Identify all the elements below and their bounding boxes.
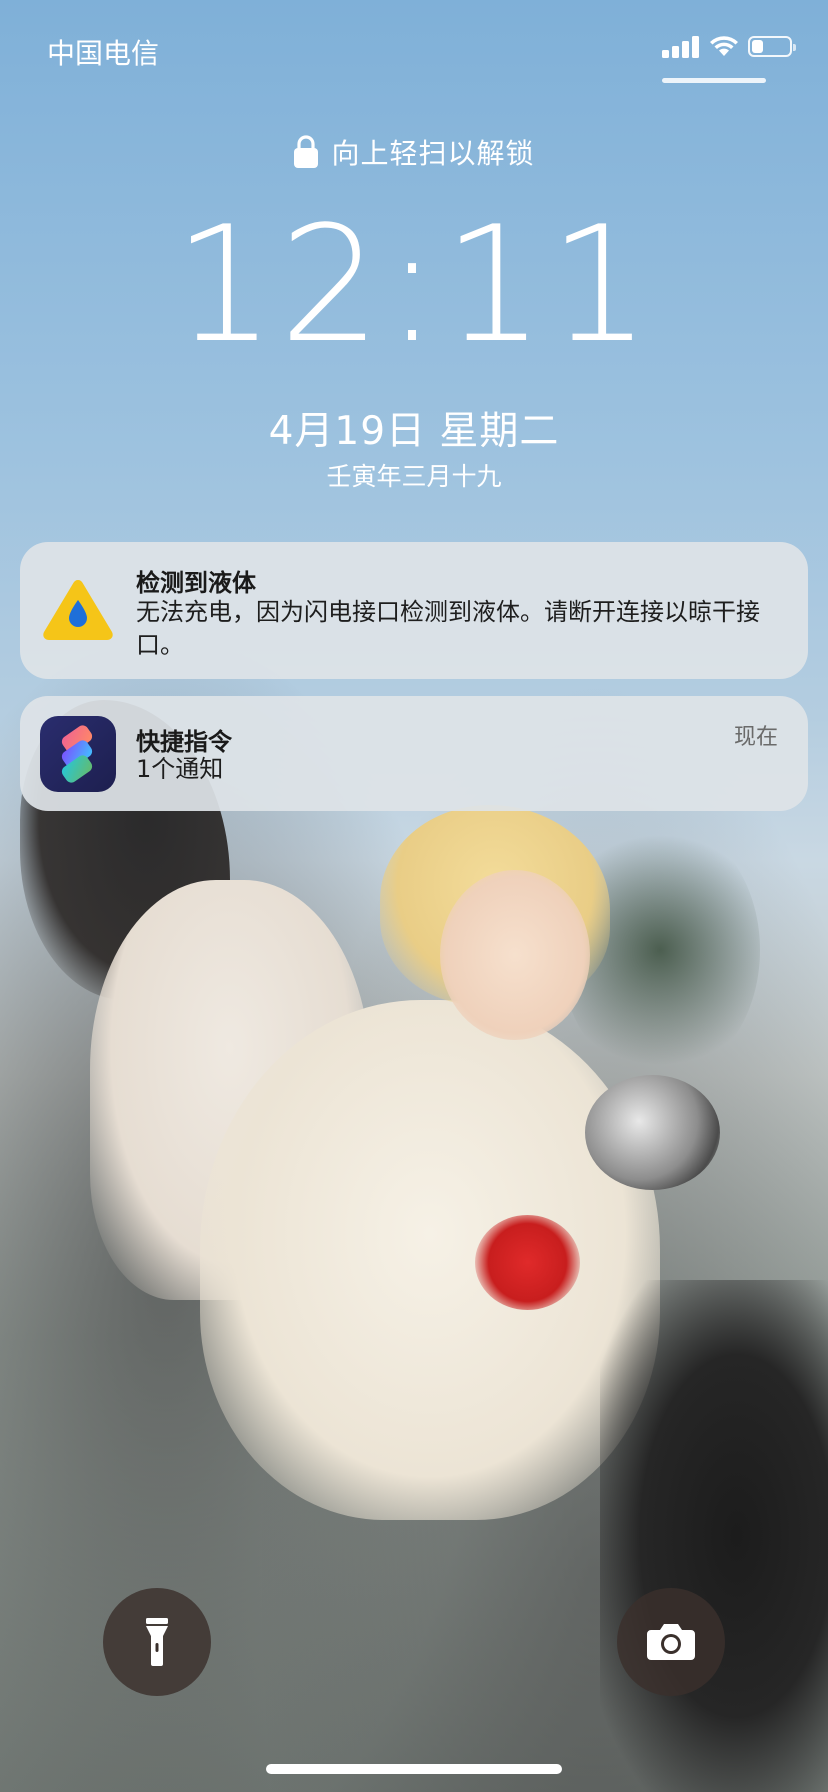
home-indicator[interactable]	[266, 1764, 562, 1774]
unlock-hint-text: 向上轻扫以解锁	[331, 137, 535, 170]
camera-icon	[647, 1624, 695, 1660]
clock-time: 12:11	[173, 191, 655, 378]
flashlight-button[interactable]	[103, 1588, 211, 1696]
wifi-icon	[710, 36, 738, 56]
battery-icon	[748, 35, 796, 57]
liquid-warning-icon	[40, 572, 116, 648]
wallpaper-flower	[475, 1215, 580, 1310]
notification-body: 无法充电，因为闪电接口检测到液体。请断开连接以晾干接口。	[136, 598, 760, 659]
signal-icon	[662, 34, 700, 58]
flashlight-icon	[146, 1618, 168, 1666]
notification-title: 快捷指令	[136, 728, 232, 756]
wallpaper-face	[440, 870, 590, 1040]
date-label: 4月19日 星期二	[268, 409, 560, 454]
lock-screen: 中国电信 向上轻扫以解锁 12:11 4月19日 星期二 壬寅年三月十九 检测到…	[0, 0, 828, 1792]
notification-time: 现在	[733, 725, 778, 750]
wallpaper-mirror	[585, 1075, 720, 1190]
shortcuts-icon	[40, 716, 116, 792]
carrier-name: 中国电信	[47, 37, 160, 70]
lunar-date-label: 壬寅年三月十九	[326, 462, 502, 491]
control-center-indicator[interactable]	[662, 78, 766, 83]
wallpaper-shirt	[200, 1000, 660, 1520]
lock-icon	[294, 135, 319, 168]
status-icons	[662, 34, 796, 58]
notification-body: 1个通知	[136, 755, 224, 783]
notification-title: 检测到液体	[136, 569, 256, 597]
wallpaper-motorbike	[600, 1280, 828, 1792]
notification-shortcuts[interactable]: 快捷指令 1个通知 现在	[20, 696, 808, 811]
notification-liquid-detected[interactable]: 检测到液体 无法充电，因为闪电接口检测到液体。请断开连接以晾干接口。	[20, 542, 808, 679]
camera-button[interactable]	[617, 1588, 725, 1696]
unlock-hint: 向上轻扫以解锁	[0, 132, 828, 172]
battery-level	[752, 39, 763, 53]
